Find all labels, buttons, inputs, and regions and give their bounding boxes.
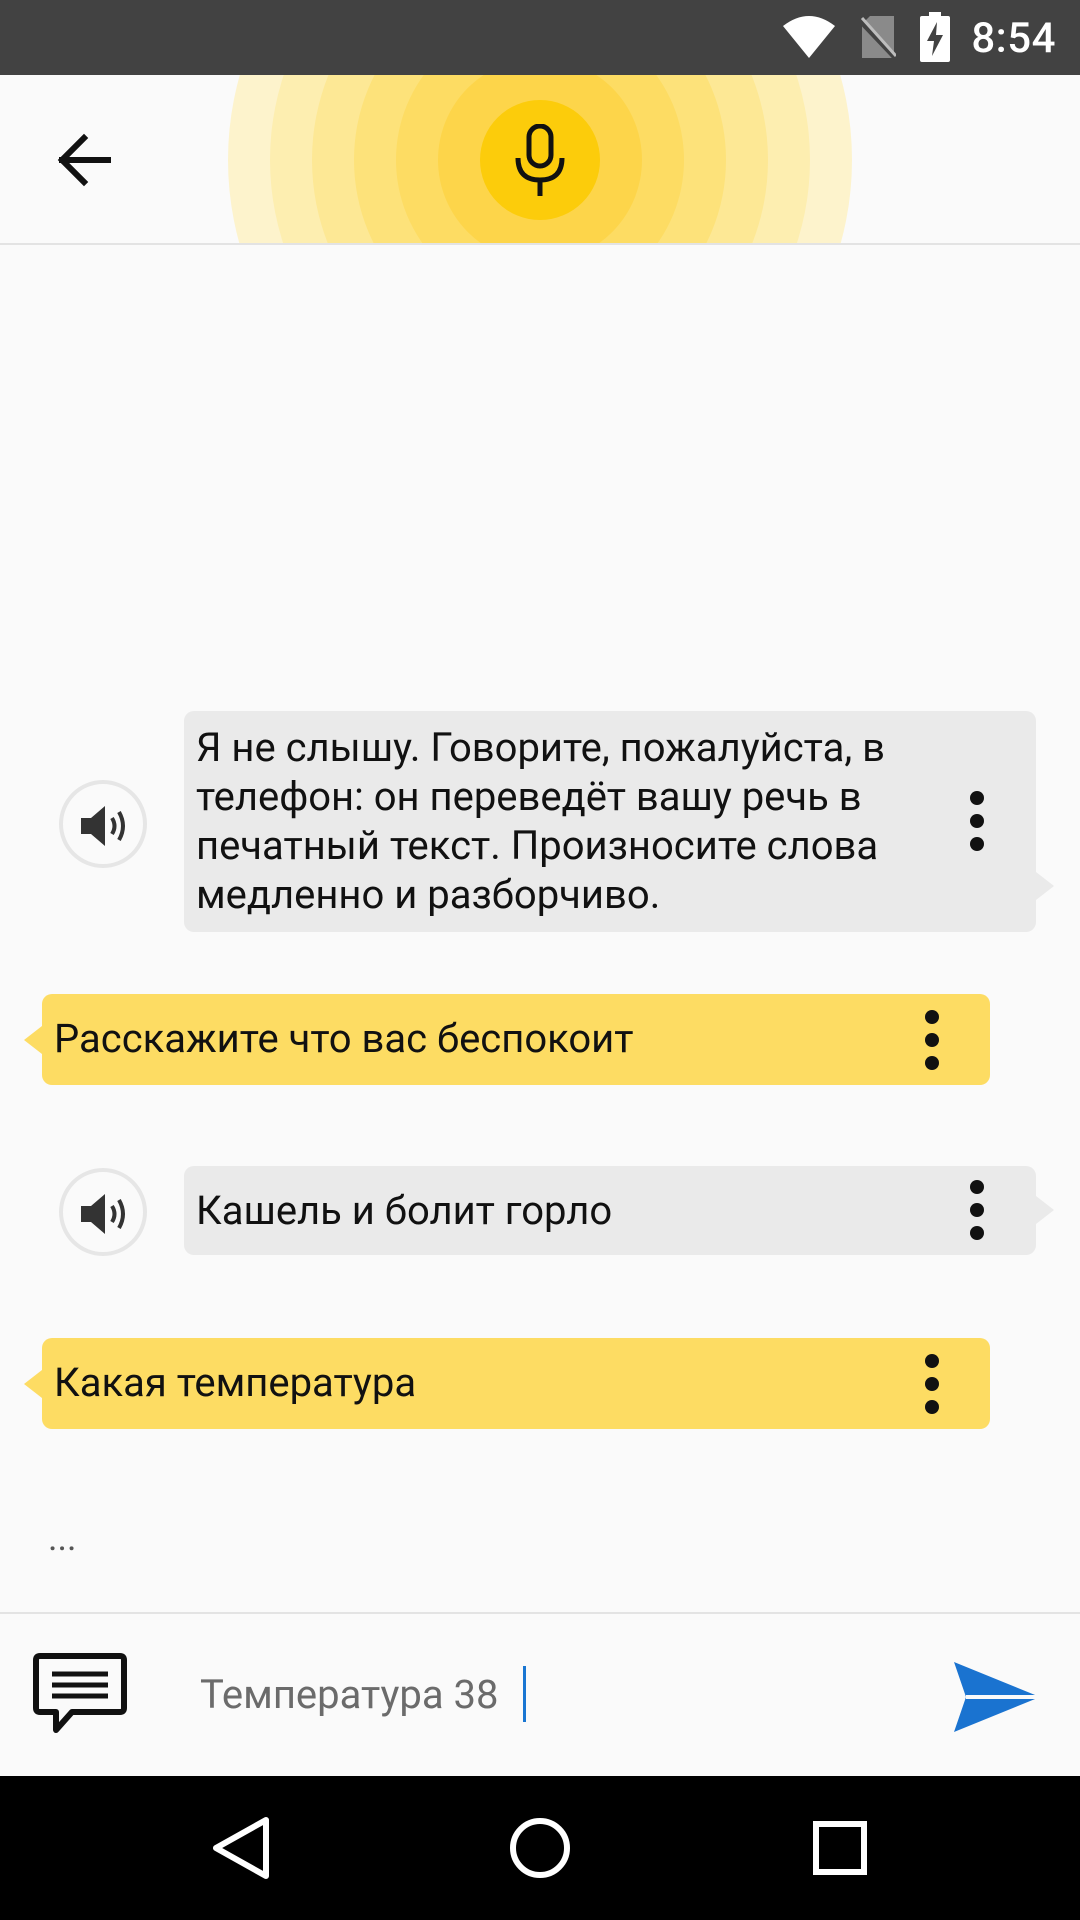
bubble-tail	[1036, 872, 1054, 900]
message-line: медленно и разборчиво.	[196, 871, 661, 918]
message-line: телефон: он переведёт вашу речь в	[196, 773, 862, 820]
speaker-icon	[81, 806, 125, 846]
message-line: Я не слышу. Говорите, пожалуйста, в	[196, 724, 885, 771]
input-bar	[0, 1612, 1080, 1776]
battery-charging-icon	[920, 12, 950, 62]
header	[0, 75, 1080, 245]
status-time: 8:54	[971, 14, 1056, 63]
user-message[interactable]: Кашель и болит горло	[184, 1166, 1054, 1255]
user-message[interactable]: Я не слышу. Говорите, пожалуйста, в теле…	[184, 711, 1054, 932]
back-triangle-icon[interactable]	[206, 1812, 278, 1884]
send-icon[interactable]	[952, 1658, 1042, 1736]
no-sim-icon	[860, 16, 896, 60]
bubble-tail	[1036, 1196, 1054, 1224]
arrow-left-icon[interactable]	[50, 125, 120, 195]
more-options-icon[interactable]	[962, 791, 992, 851]
message-input[interactable]	[200, 1654, 900, 1734]
assistant-message[interactable]: Расскажите что вас беспокоит	[24, 994, 990, 1085]
typing-indicator: ...	[48, 1517, 77, 1559]
wifi-icon	[783, 16, 835, 58]
home-circle-icon[interactable]	[504, 1812, 576, 1884]
message-text: Какая температура	[54, 1359, 417, 1406]
bubble-tail	[24, 1025, 42, 1054]
navigation-bar	[0, 1776, 1080, 1920]
text-cursor	[523, 1666, 526, 1722]
message-line: печатный текст. Произносите слова	[196, 822, 879, 869]
speaker-icon	[81, 1194, 125, 1234]
recents-square-icon[interactable]	[804, 1812, 876, 1884]
more-options-icon[interactable]	[917, 1010, 947, 1070]
more-options-icon[interactable]	[917, 1354, 947, 1414]
microphone-icon	[515, 124, 565, 196]
play-audio-button[interactable]	[59, 1168, 147, 1256]
assistant-message[interactable]: Какая температура	[24, 1338, 990, 1429]
screen: 8:54 Я не слышу. Говорите, пожалуйста, в…	[0, 0, 1080, 1920]
bubble-tail	[24, 1369, 42, 1398]
play-audio-button[interactable]	[59, 780, 147, 868]
chat-bubble-icon[interactable]	[32, 1650, 128, 1740]
more-options-icon[interactable]	[962, 1180, 992, 1240]
message-text: Кашель и болит горло	[196, 1187, 613, 1234]
status-bar: 8:54	[0, 0, 1080, 75]
mic-button[interactable]	[480, 100, 600, 220]
message-text: Расскажите что вас беспокоит	[54, 1015, 634, 1062]
message-text: Я не слышу. Говорите, пожалуйста, в теле…	[196, 723, 966, 919]
chat-area: Я не слышу. Говорите, пожалуйста, в теле…	[0, 247, 1080, 1612]
